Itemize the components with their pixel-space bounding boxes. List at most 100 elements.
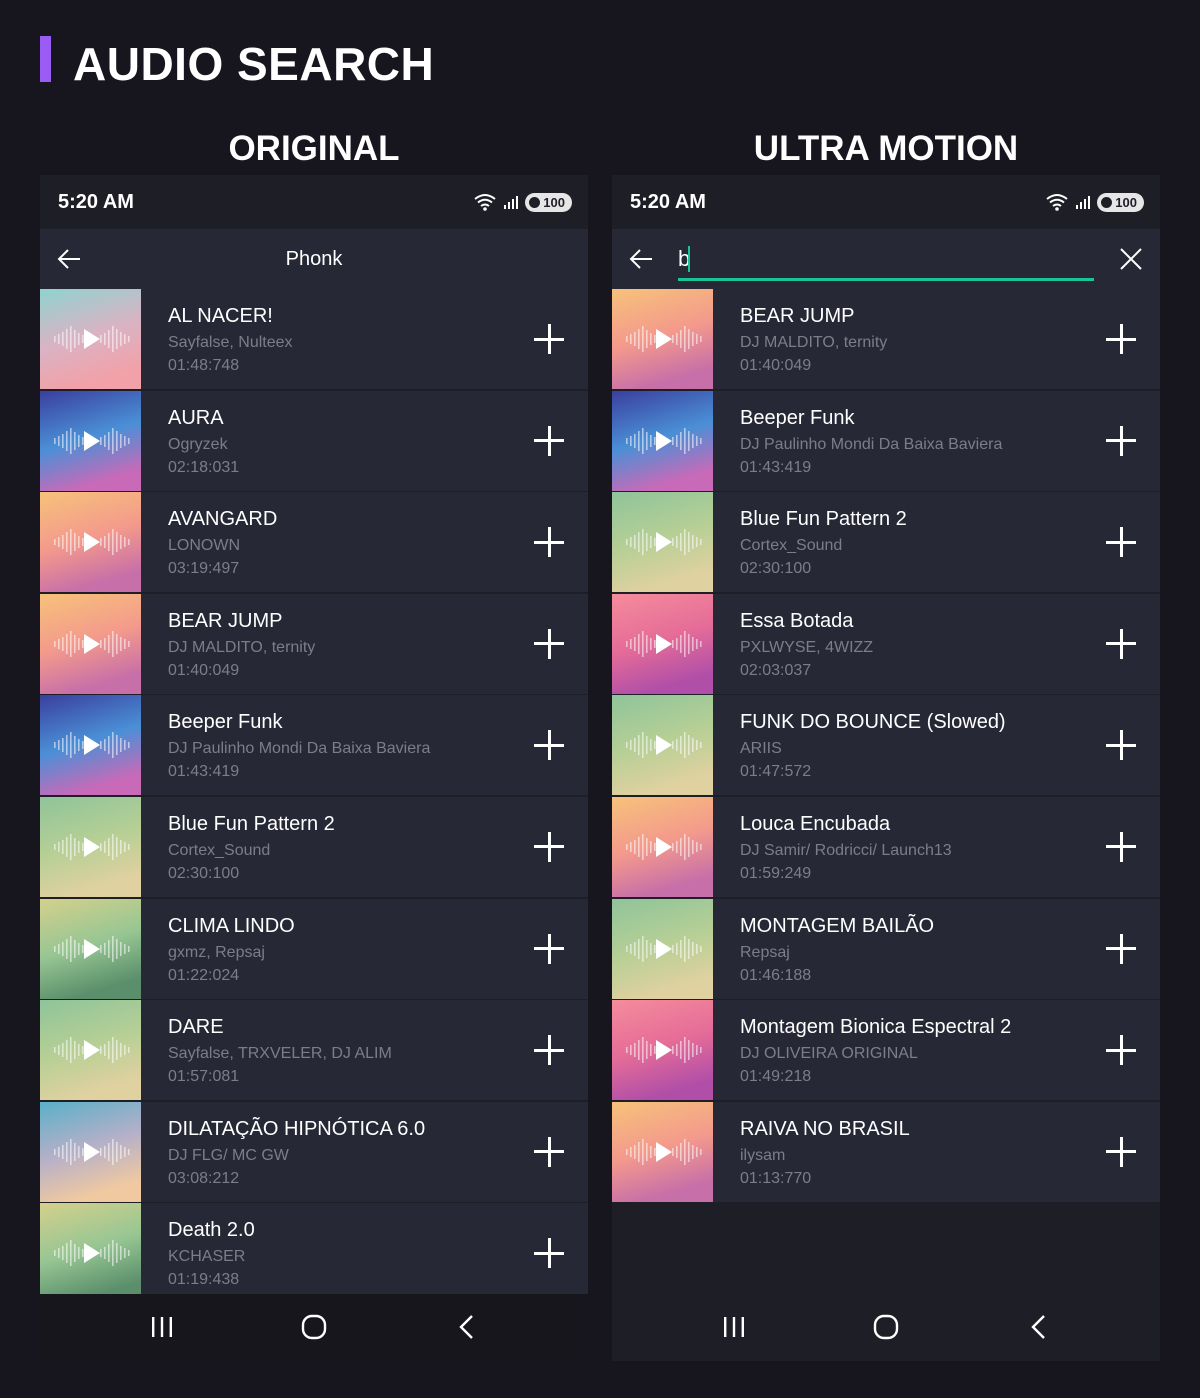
add-track-icon[interactable] <box>1106 1136 1136 1167</box>
track-row[interactable]: MONTAGEM BAILÃO Repsaj 01:46:188 <box>612 898 1160 999</box>
track-row[interactable]: Beeper Funk DJ Paulinho Mondi Da Baixa Ba… <box>40 695 588 796</box>
track-thumbnail[interactable] <box>612 390 713 491</box>
track-row[interactable]: AL NACER! Sayfalse, Nulteex 01:48:748 <box>40 289 588 389</box>
track-duration: 02:18:031 <box>168 458 240 476</box>
track-artist: ilysam <box>740 1146 786 1164</box>
track-thumbnail[interactable] <box>612 1000 713 1101</box>
status-bar: 5:20 AM 100 <box>40 175 588 229</box>
track-artist: DJ OLIVEIRA ORIGINAL <box>740 1045 918 1063</box>
track-row[interactable]: AVANGARD LONOWN 03:19:497 <box>40 492 588 593</box>
track-artist: DJ Paulinho Mondi Da Baixa Baviera <box>740 435 1003 453</box>
track-name: FUNK DO BOUNCE (Slowed) <box>740 711 1006 734</box>
add-track-icon[interactable] <box>1106 1035 1136 1066</box>
track-thumbnail[interactable] <box>40 898 141 999</box>
track-row[interactable]: Blue Fun Pattern 2 Cortex_Sound 02:30:100 <box>612 492 1160 593</box>
track-row[interactable]: Essa Botada PXLWYSE, 4WIZZ 02:03:037 <box>612 593 1160 694</box>
add-track-icon[interactable] <box>1106 425 1136 456</box>
track-name: BEAR JUMP <box>168 609 283 632</box>
track-row[interactable]: Beeper Funk DJ Paulinho Mondi Da Baixa Ba… <box>612 390 1160 491</box>
track-thumbnail[interactable] <box>40 1000 141 1101</box>
add-track-icon[interactable] <box>534 831 564 862</box>
close-icon[interactable] <box>1118 246 1144 272</box>
search-input[interactable] <box>678 239 1094 281</box>
track-name: Blue Fun Pattern 2 <box>168 812 335 835</box>
phone-screen-ultra-motion: 5:20 AM 100 b BEAR JUMP DJ MALDITO, tern… <box>612 175 1160 1361</box>
track-row[interactable]: Louca Encubada DJ Samir/ Rodricci/ Launch… <box>612 796 1160 897</box>
add-track-icon[interactable] <box>1106 831 1136 862</box>
signal-icon <box>1076 196 1091 209</box>
back-arrow-icon[interactable] <box>628 246 654 272</box>
track-row[interactable]: RAIVA NO BRASIL ilysam 01:13:770 <box>612 1101 1160 1202</box>
track-row[interactable]: Death 2.0 KCHASER 01:19:438 <box>40 1203 588 1304</box>
track-row[interactable]: FUNK DO BOUNCE (Slowed) ARIIS 01:47:572 <box>612 695 1160 796</box>
track-thumbnail[interactable] <box>40 492 141 593</box>
track-thumbnail[interactable] <box>40 1203 141 1304</box>
add-track-icon[interactable] <box>534 324 564 354</box>
add-track-icon[interactable] <box>534 425 564 456</box>
track-row[interactable]: DILATAÇÃO HIPNÓTICA 6.0 DJ FLG/ MC GW 03:0… <box>40 1101 588 1202</box>
app-bar: Phonk <box>40 229 588 289</box>
status-bar: 5:20 AM 100 <box>612 175 1160 229</box>
track-duration: 02:30:100 <box>740 560 812 578</box>
recents-icon[interactable] <box>147 1312 177 1342</box>
track-artist: LONOWN <box>168 537 240 555</box>
track-thumbnail[interactable] <box>612 796 713 897</box>
track-thumbnail[interactable] <box>612 898 713 999</box>
track-artist: DJ Paulinho Mondi Da Baixa Baviera <box>168 740 431 758</box>
track-artist: DJ MALDITO, ternity <box>740 334 888 351</box>
add-track-icon[interactable] <box>534 730 564 761</box>
track-thumbnail[interactable] <box>40 593 141 694</box>
track-duration: 01:49:218 <box>740 1068 812 1086</box>
column-title-ultra-motion: ULTRA MOTION <box>753 129 1019 168</box>
add-track-icon[interactable] <box>534 1238 564 1269</box>
track-thumbnail[interactable] <box>612 695 713 796</box>
add-track-icon[interactable] <box>534 1035 564 1066</box>
add-track-icon[interactable] <box>534 1136 564 1167</box>
home-icon[interactable] <box>299 1312 329 1342</box>
track-thumbnail[interactable] <box>612 289 713 389</box>
track-row[interactable]: DARE Sayfalse, TRXVELER, DJ ALIM 01:57:081 <box>40 1000 588 1101</box>
track-duration: 01:46:188 <box>740 966 812 984</box>
track-thumbnail[interactable] <box>40 289 141 389</box>
recents-icon[interactable] <box>719 1312 749 1342</box>
track-row[interactable]: CLIMA LINDO gxmz, Repsaj 01:22:024 <box>40 898 588 999</box>
track-name: Montagem Bionica Espectral 2 <box>740 1016 1012 1039</box>
nav-back-icon[interactable] <box>452 1312 482 1342</box>
add-track-icon[interactable] <box>1106 730 1136 761</box>
track-thumbnail[interactable] <box>40 796 141 897</box>
add-track-icon[interactable] <box>1106 324 1136 354</box>
track-row[interactable]: AURA Ogryzek 02:18:031 <box>40 390 588 491</box>
track-row[interactable]: BEAR JUMP DJ MALDITO, ternity 01:40:049 <box>612 289 1160 389</box>
track-duration: 01:40:049 <box>740 357 812 374</box>
track-artist: DJ FLG/ MC GW <box>168 1146 289 1164</box>
track-row[interactable]: Blue Fun Pattern 2 Cortex_Sound 02:30:100 <box>40 796 588 897</box>
add-track-icon[interactable] <box>1106 628 1136 659</box>
add-track-icon[interactable] <box>534 628 564 659</box>
track-duration: 01:43:419 <box>168 763 240 781</box>
track-row[interactable]: BEAR JUMP DJ MALDITO, ternity 01:40:049 <box>40 593 588 694</box>
track-name: Beeper Funk <box>168 711 283 734</box>
track-row[interactable]: Montagem Bionica Espectral 2 DJ OLIVEIRA … <box>612 1000 1160 1101</box>
track-name: Essa Botada <box>740 609 854 632</box>
track-thumbnail[interactable] <box>40 695 141 796</box>
track-artist: Repsaj <box>740 943 790 961</box>
battery-indicator: 100 <box>525 192 572 212</box>
home-icon[interactable] <box>871 1312 901 1342</box>
track-artist: Cortex_Sound <box>168 841 271 859</box>
track-name: BEAR JUMP <box>740 305 855 327</box>
track-artist: ARIIS <box>740 740 782 758</box>
track-thumbnail[interactable] <box>40 390 141 491</box>
track-thumbnail[interactable] <box>612 492 713 593</box>
battery-indicator: 100 <box>1097 192 1144 212</box>
add-track-icon[interactable] <box>1106 527 1136 558</box>
add-track-icon[interactable] <box>534 527 564 558</box>
track-name: Blue Fun Pattern 2 <box>740 508 907 531</box>
add-track-icon[interactable] <box>534 933 564 964</box>
track-thumbnail[interactable] <box>40 1101 141 1202</box>
nav-back-icon[interactable] <box>1024 1312 1054 1342</box>
track-thumbnail[interactable] <box>612 1101 713 1202</box>
track-thumbnail[interactable] <box>612 593 713 694</box>
add-track-icon[interactable] <box>1106 933 1136 964</box>
track-artist: Ogryzek <box>168 435 228 453</box>
track-duration: 01:59:249 <box>740 864 812 882</box>
